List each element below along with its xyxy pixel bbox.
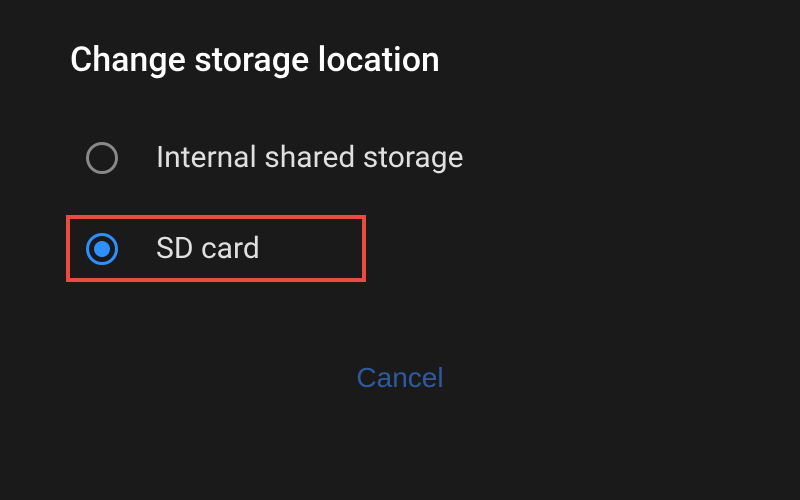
storage-location-dialog: Change storage location Internal shared … bbox=[0, 0, 800, 444]
radio-icon bbox=[86, 142, 118, 174]
option-label: SD card bbox=[156, 231, 260, 266]
cancel-button[interactable]: Cancel bbox=[336, 352, 463, 404]
option-internal-storage[interactable]: Internal shared storage bbox=[70, 130, 730, 185]
radio-icon bbox=[86, 233, 118, 265]
dialog-title: Change storage location bbox=[70, 40, 730, 80]
option-label: Internal shared storage bbox=[156, 140, 464, 175]
option-list: Internal shared storage SD card bbox=[70, 130, 730, 282]
dialog-actions: Cancel bbox=[70, 352, 730, 404]
option-sd-card[interactable]: SD card bbox=[66, 215, 366, 282]
radio-dot-icon bbox=[94, 241, 110, 257]
